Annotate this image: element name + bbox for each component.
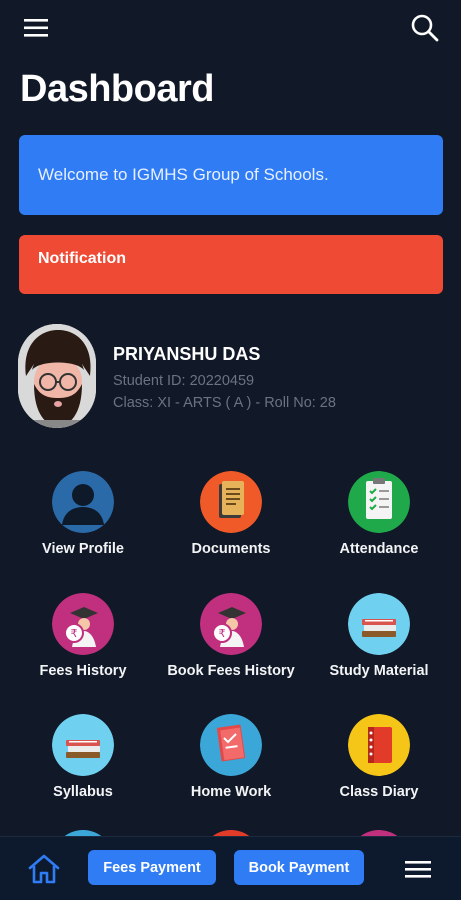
avatar [18,324,96,428]
student-class: Class: XI - ARTS ( A ) - Roll No: 28 [113,395,336,411]
menu-item-attendance[interactable]: Attendance [304,468,454,578]
class-diary-icon [348,714,410,776]
fees-history-icon: ₹ [52,593,114,655]
menu-item-book-fees-history[interactable]: ₹ Book Fees History [156,590,306,700]
menu-item-class-diary[interactable]: Class Diary [304,711,454,821]
menu-item-home-work[interactable]: Home Work [156,711,306,821]
study-material-icon [348,593,410,655]
top-bar [0,0,461,56]
menu-item-label: Home Work [190,784,272,800]
menu-item-view-profile[interactable]: View Profile [8,468,158,578]
attendance-icon [348,471,410,533]
documents-icon [200,471,262,533]
hamburger-menu-icon[interactable] [22,16,52,40]
svg-text:₹: ₹ [219,627,226,640]
menu-item-syllabus[interactable]: Syllabus [8,711,158,821]
menu-item-documents[interactable]: Documents [156,468,306,578]
page-title: Dashboard [20,68,214,110]
home-work-icon [200,714,262,776]
book-fees-history-icon: ₹ [200,593,262,655]
home-icon[interactable] [26,851,62,887]
book-payment-button[interactable]: Book Payment [234,850,364,885]
hamburger-menu-icon[interactable] [405,859,431,879]
menu-item-label: View Profile [42,541,124,557]
notification-label: Notification [38,250,126,267]
menu-item-fees-history[interactable]: ₹ Fees History [8,590,158,700]
search-icon[interactable] [409,12,441,44]
menu-item-label: Study Material [329,663,429,679]
student-name: PRIYANSHU DAS [113,344,261,364]
notification-card[interactable]: Notification [19,235,443,294]
menu-item-label: Fees History [39,663,127,679]
svg-text:₹: ₹ [71,627,78,640]
menu-item-label: Book Fees History [167,663,295,679]
syllabus-icon [52,714,114,776]
bottom-navigation: Fees Payment Book Payment [0,836,461,900]
welcome-text: Welcome to IGMHS Group of Schools. [38,165,329,184]
welcome-banner: Welcome to IGMHS Group of Schools. [19,135,443,215]
menu-item-label: Syllabus [53,784,113,800]
student-id: Student ID: 20220459 [113,373,255,389]
menu-item-label: Attendance [339,541,419,557]
fees-payment-button[interactable]: Fees Payment [88,850,216,885]
menu-item-label: Documents [191,541,271,557]
menu-item-study-material[interactable]: Study Material [304,590,454,700]
profile-icon [52,471,114,533]
menu-item-label: Class Diary [339,784,419,800]
